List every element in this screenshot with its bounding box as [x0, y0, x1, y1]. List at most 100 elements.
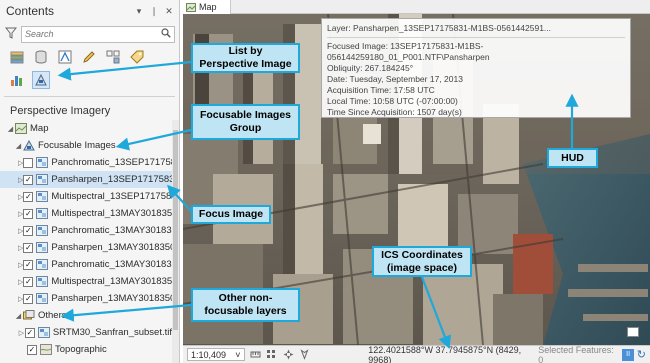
visibility-checkbox[interactable]: ✓ — [23, 208, 34, 219]
contents-header: Contents ▾ ❘ ✕ — [0, 0, 179, 22]
visibility-checkbox[interactable]: ✓ — [23, 276, 34, 287]
tree-row[interactable]: ▷✓Pansharpen_13MAY30183502-M — [0, 290, 172, 307]
callout-hud: HUD — [547, 148, 598, 168]
raster-icon — [36, 208, 49, 219]
tree-row-label: Panchromatic_13MAY30183502- — [51, 259, 172, 270]
layer-tree: ◢ Map ◢ Focusable Images ▷ Panchromatic_13SEP… — [0, 120, 172, 358]
rotation-icon[interactable] — [299, 348, 310, 361]
expand-icon[interactable]: ◢ — [14, 142, 23, 150]
tree-row[interactable]: ◢ Others — [0, 307, 172, 324]
hud-layer: Layer: Pansharpen_13SEP17175831-M1BS-056… — [327, 23, 625, 38]
map-tab-strip: Map — [183, 0, 650, 14]
tree-row[interactable]: ✓ Topographic — [0, 341, 172, 358]
tree-row[interactable]: ▷✓Panchromatic_13MAY30183502- — [0, 256, 172, 273]
filter-icon[interactable] — [4, 27, 18, 41]
raster-icon — [36, 191, 49, 202]
selected-features: Selected Features: 0 — [538, 344, 614, 363]
map-icon — [186, 2, 196, 12]
expand-icon[interactable]: ◢ — [14, 312, 23, 320]
refresh-icon[interactable]: ↻ — [637, 348, 646, 361]
visibility-checkbox[interactable]: ✓ — [27, 344, 37, 355]
tree-row-label: Multispectral_13MAY30183502- — [51, 276, 172, 287]
tree-row-label: Panchromatic_13MAY30183504- — [51, 225, 172, 236]
raster-icon — [36, 259, 49, 270]
expand-icon[interactable]: ▷ — [18, 329, 25, 337]
visibility-checkbox[interactable]: ✓ — [23, 174, 34, 185]
focusable-group-icon — [23, 140, 35, 151]
tree-row[interactable]: ◢ Map — [0, 120, 172, 137]
tree-row-label: Panchromatic_13SEP17175831-P — [51, 157, 172, 168]
tree-row[interactable]: ▷✓Multispectral_13MAY30183504- — [0, 205, 172, 222]
pin-icon[interactable]: ❘ — [148, 6, 160, 17]
callout-ics: ICS Coordinates (image space) — [372, 246, 472, 277]
scale-dropdown-icon[interactable]: ˅ — [235, 350, 240, 360]
hud-focused-image: Focused Image: 13SEP17175831-M1BS-056144… — [327, 41, 490, 62]
tree-row-label: Pansharpen_13MAY30183504-M — [51, 242, 172, 253]
visibility-checkbox[interactable] — [23, 157, 34, 168]
close-icon[interactable]: ✕ — [163, 6, 175, 17]
search-row — [0, 22, 179, 46]
tree-row[interactable]: ▷ ✓ SRTM30_Sanfran_subset.tif — [0, 324, 172, 341]
tree-row-label: Others — [38, 310, 67, 321]
list-by-charts-icon[interactable] — [8, 71, 26, 89]
list-by-drawing-order-icon[interactable] — [8, 48, 26, 66]
visibility-checkbox[interactable]: ✓ — [24, 327, 35, 338]
dropdown-icon[interactable]: ▾ — [133, 6, 145, 17]
raster-icon — [36, 276, 49, 287]
hud-obliquity: Obliquity: 267.184245° — [327, 63, 414, 73]
tree-row[interactable]: ▷Panchromatic_13SEP17175831-P — [0, 154, 172, 171]
tree-scrollbar[interactable] — [172, 120, 179, 363]
raster-icon — [36, 174, 49, 185]
tree-row[interactable]: ◢ Focusable Images — [0, 137, 172, 154]
tree-row[interactable]: ▷✓Pansharpen_13MAY30183504-M — [0, 239, 172, 256]
visibility-checkbox[interactable]: ✓ — [23, 259, 34, 270]
list-by-data-source-icon[interactable] — [32, 48, 50, 66]
list-by-snapping-icon[interactable] — [104, 48, 122, 66]
hud-panel: Layer: Pansharpen_13SEP17175831-M1BS-056… — [321, 18, 631, 118]
scale-value: 1:10,409 — [191, 349, 227, 360]
navigate-icon[interactable] — [282, 349, 294, 361]
expand-icon[interactable]: ◢ — [6, 125, 15, 133]
search-input[interactable] — [25, 29, 161, 39]
tree-row[interactable]: ▷✓Panchromatic_13MAY30183504- — [0, 222, 172, 239]
contents-pane: Contents ▾ ❘ ✕ Search Perspective Imager… — [0, 0, 180, 363]
pane-divider — [4, 96, 175, 97]
tree-row[interactable]: ▷✓Pansharpen_13SEP17175831-M1 — [0, 171, 172, 188]
list-by-perspective-imagery-icon[interactable] — [32, 71, 50, 89]
visibility-checkbox[interactable]: ✓ — [23, 293, 34, 304]
search-box[interactable] — [21, 25, 175, 43]
list-by-editing-icon[interactable] — [80, 48, 98, 66]
hud-date: Date: Tuesday, September 17, 2013 — [327, 74, 463, 84]
visibility-checkbox[interactable]: ✓ — [23, 191, 34, 202]
visibility-checkbox[interactable]: ✓ — [23, 242, 34, 253]
contents-title: Contents — [6, 4, 55, 18]
tree-row-label: Pansharpen_13MAY30183502-M — [51, 293, 172, 304]
scale-selector[interactable]: 1:10,409 ˅ — [187, 348, 245, 361]
map-notification-icon[interactable] — [627, 327, 639, 337]
callout-non-focusable: Other non-focusable layers — [191, 288, 300, 322]
map-status-bar: 1:10,409 ˅ 122.4021588°W 37.7945875°N (8… — [183, 345, 650, 363]
list-by-labeling-icon[interactable] — [128, 48, 146, 66]
others-group-icon — [23, 310, 35, 320]
pause-drawing-button[interactable]: II — [622, 348, 634, 361]
raster-icon — [36, 225, 49, 236]
raster-icon — [36, 242, 49, 253]
callout-focus-image: Focus Image — [191, 205, 271, 224]
list-by-selection-icon[interactable] — [56, 48, 74, 66]
grid-icon[interactable] — [266, 349, 277, 361]
scroll-thumb[interactable] — [173, 130, 178, 330]
tree-row-label: Pansharpen_13SEP17175831-M1 — [51, 174, 172, 185]
fixed-scale-icon[interactable] — [250, 349, 261, 361]
list-by-toolbar — [0, 46, 179, 68]
raster-icon — [36, 157, 49, 168]
tree-row[interactable]: ▷✓Multispectral_13SEP17175831-M — [0, 188, 172, 205]
raster-icon — [37, 327, 50, 338]
search-icon[interactable] — [161, 27, 171, 41]
coordinate-readout: 122.4021588°W 37.7945875°N (8429, 9968) — [368, 344, 522, 363]
tab-map[interactable]: Map — [183, 0, 231, 14]
callout-focusable-group: Focusable Images Group — [191, 104, 300, 140]
tree-row[interactable]: ▷✓Multispectral_13MAY30183502- — [0, 273, 172, 290]
map-icon — [15, 123, 27, 134]
visibility-checkbox[interactable]: ✓ — [23, 225, 34, 236]
hud-time-since: Time Since Acquisition: 1507 day(s) — [327, 107, 462, 117]
